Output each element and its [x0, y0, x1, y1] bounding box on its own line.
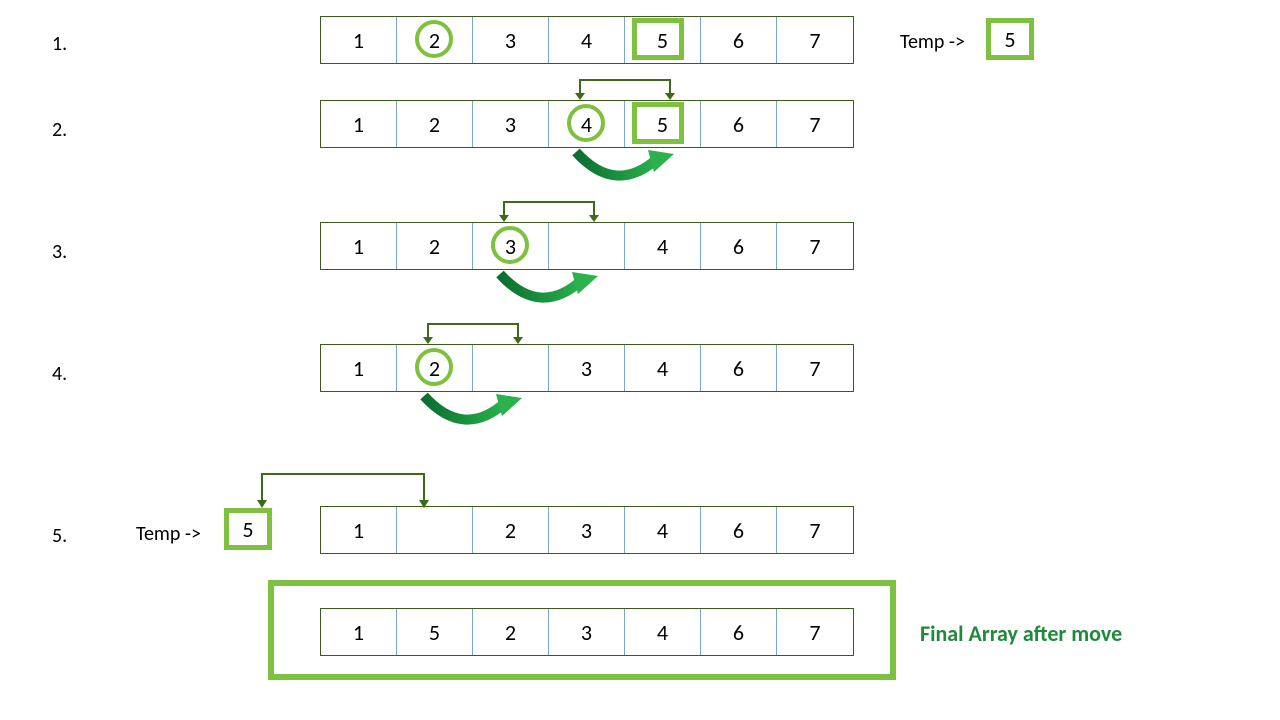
square-highlight-icon	[632, 18, 684, 60]
cell: 4	[625, 345, 701, 391]
cell: 2	[473, 507, 549, 553]
cell: 3	[473, 101, 549, 147]
temp-box: 5	[986, 18, 1034, 60]
cell: 3	[473, 17, 549, 63]
array-step-1: 1 2 3 4 5 6 7	[320, 16, 854, 64]
temp-box: 5	[224, 508, 272, 550]
cell: 1	[321, 507, 397, 553]
cell: 1	[321, 17, 397, 63]
step-1-label: 1.	[52, 32, 67, 56]
circle-highlight-icon	[415, 348, 453, 386]
cell: 2	[397, 101, 473, 147]
temp-label: Temp ->	[900, 30, 965, 54]
step-2-label: 2.	[52, 118, 67, 142]
cell	[473, 345, 549, 391]
cell: 2	[397, 223, 473, 269]
cell: 7	[777, 17, 853, 63]
cell: 4	[625, 223, 701, 269]
cell: 6	[701, 17, 777, 63]
array-step-4: 1 2 3 4 6 7	[320, 344, 854, 392]
cell: 6	[701, 223, 777, 269]
step-5-label: 5.	[52, 524, 67, 548]
temp-label: Temp ->	[136, 522, 201, 546]
circle-highlight-icon	[415, 20, 453, 58]
bracket-arrow-icon	[484, 192, 634, 222]
cell: 4	[625, 609, 701, 655]
cell: 1	[321, 609, 397, 655]
cell: 7	[777, 345, 853, 391]
cell: 7	[777, 101, 853, 147]
bracket-arrow-icon	[408, 314, 558, 344]
cell: 7	[777, 507, 853, 553]
cell: 7	[777, 223, 853, 269]
bracket-arrow-icon	[560, 70, 710, 100]
curved-arrow-icon	[480, 268, 620, 316]
cell: 7	[777, 609, 853, 655]
array-final: 1 5 2 3 4 6 7	[320, 608, 854, 656]
cell: 6	[701, 345, 777, 391]
cell: 4	[625, 507, 701, 553]
cell: 5	[397, 609, 473, 655]
array-step-3: 1 2 3 4 6 7	[320, 222, 854, 270]
step-4-label: 4.	[52, 362, 67, 386]
curved-arrow-icon	[556, 146, 696, 194]
array-step-5: 1 2 3 4 6 7	[320, 506, 854, 554]
cell: 4	[549, 17, 625, 63]
bracket-arrow-icon	[244, 462, 444, 508]
cell: 3	[549, 345, 625, 391]
cell: 6	[701, 507, 777, 553]
cell: 1	[321, 101, 397, 147]
cell	[397, 507, 473, 553]
cell: 2	[473, 609, 549, 655]
final-label: Final Array after move	[920, 620, 1122, 647]
cell: 1	[321, 223, 397, 269]
circle-highlight-icon	[567, 104, 605, 142]
cell: 3	[549, 609, 625, 655]
cell: 3	[549, 507, 625, 553]
cell: 6	[701, 101, 777, 147]
cell	[549, 223, 625, 269]
curved-arrow-icon	[404, 390, 544, 438]
square-highlight-icon	[632, 102, 684, 144]
cell: 1	[321, 345, 397, 391]
circle-highlight-icon	[491, 226, 529, 264]
step-3-label: 3.	[52, 240, 67, 264]
cell: 6	[701, 609, 777, 655]
